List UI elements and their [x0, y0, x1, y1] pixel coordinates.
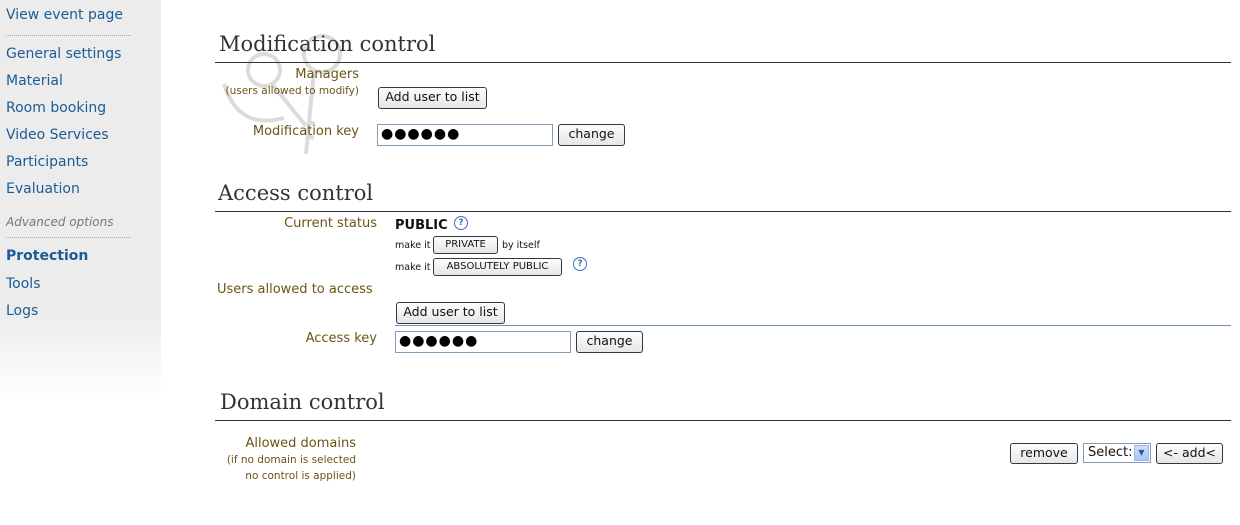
view-event-page-link[interactable]: View event page: [6, 7, 123, 23]
allowed-domains-label: Allowed domains: [245, 436, 356, 451]
remove-domain-button[interactable]: remove: [1010, 443, 1078, 464]
access-key-label: Access key: [305, 331, 377, 346]
sidebar-item-general-settings[interactable]: General settings: [6, 46, 121, 62]
make-private-button[interactable]: PRIVATE: [433, 236, 498, 254]
domain-control-title: Domain control: [220, 390, 385, 414]
allowed-domains-sublabel-2: no control is applied): [245, 470, 356, 482]
access-key-input[interactable]: ●●●●●●: [395, 331, 571, 353]
sidebar-item-room-booking[interactable]: Room booking: [6, 100, 106, 116]
section-divider: [215, 62, 1231, 63]
allowed-domains-sublabel-1: (if no domain is selected: [226, 454, 356, 466]
sidebar-item-logs[interactable]: Logs: [6, 303, 38, 319]
sidebar-item-tools[interactable]: Tools: [6, 276, 41, 292]
sidebar-divider: [6, 237, 131, 238]
make-it-text: make it: [395, 240, 431, 251]
section-divider: [215, 420, 1231, 421]
managers-sublabel: (users allowed to modify): [225, 85, 360, 97]
make-it-text: make it: [395, 262, 431, 273]
modification-key-input[interactable]: ●●●●●●: [377, 124, 553, 146]
advanced-options-heading: Advanced options: [6, 215, 114, 229]
domain-select[interactable]: Select: ▼: [1083, 443, 1151, 463]
add-access-user-button[interactable]: Add user to list: [396, 302, 505, 324]
make-absolutely-public-button[interactable]: ABSOLUTELY PUBLIC: [433, 258, 562, 276]
access-control-title: Access control: [218, 181, 374, 205]
by-itself-text: by itself: [502, 240, 540, 251]
add-domain-button[interactable]: <- add<: [1156, 443, 1223, 464]
modification-key-label: Modification key: [252, 124, 359, 139]
access-key-change-button[interactable]: change: [576, 331, 643, 353]
add-manager-button[interactable]: Add user to list: [378, 87, 487, 109]
users-list-divider: [395, 325, 1231, 326]
users-allowed-label: Users allowed to access: [217, 282, 373, 297]
sidebar-divider: [6, 35, 131, 36]
modification-key-change-button[interactable]: change: [558, 124, 625, 146]
absolutely-public-help-icon[interactable]: ?: [573, 257, 587, 271]
sidebar-item-evaluation[interactable]: Evaluation: [6, 181, 80, 197]
current-status-label: Current status: [284, 216, 377, 231]
managers-label: Managers: [295, 67, 359, 82]
domain-select-value: Select:: [1088, 445, 1133, 460]
modification-control-title: Modification control: [219, 32, 436, 56]
sidebar-item-video-services[interactable]: Video Services: [6, 127, 109, 143]
status-help-icon[interactable]: ?: [454, 216, 468, 230]
current-status-value: PUBLIC: [395, 218, 448, 233]
chevron-down-icon[interactable]: ▼: [1134, 445, 1149, 461]
sidebar: View event page General settings Materia…: [0, 0, 161, 400]
sidebar-item-participants[interactable]: Participants: [6, 154, 88, 170]
section-divider: [215, 211, 1231, 212]
sidebar-item-material[interactable]: Material: [6, 73, 63, 89]
sidebar-item-protection[interactable]: Protection: [6, 248, 88, 264]
